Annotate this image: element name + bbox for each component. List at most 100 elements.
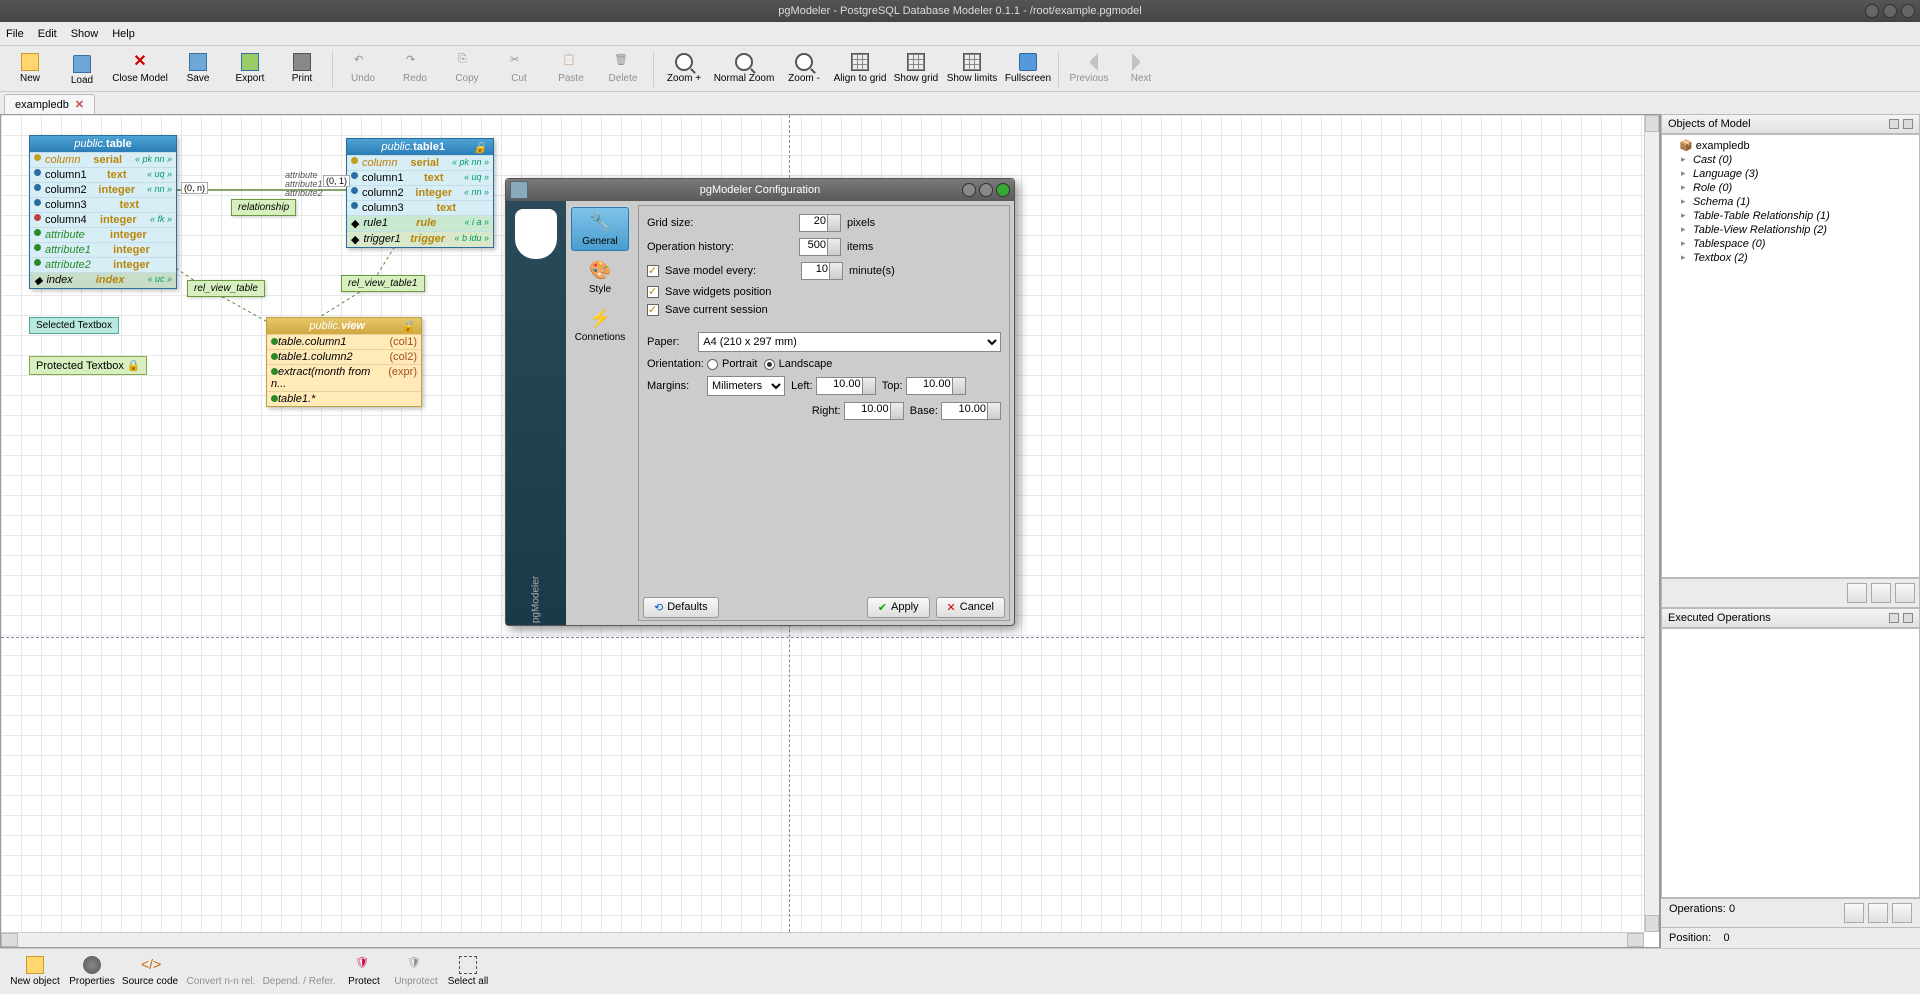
op-btn-3[interactable]	[1892, 903, 1912, 923]
tree-btn-2[interactable]	[1871, 583, 1891, 603]
tree-item[interactable]: Role (0)	[1665, 181, 1916, 195]
table-public-table[interactable]: public.table columnserial« pk nn »column…	[29, 135, 177, 289]
autosave-checkbox[interactable]	[647, 265, 659, 277]
zoom-in-button[interactable]: Zoom +	[658, 47, 710, 91]
menu-show[interactable]: Show	[71, 28, 99, 40]
lock-icon: 🔒	[473, 141, 487, 154]
tree-item[interactable]: Language (3)	[1665, 167, 1916, 181]
tree-item[interactable]: Table-View Relationship (2)	[1665, 223, 1916, 237]
tree-btn-3[interactable]	[1895, 583, 1915, 603]
show-grid-button[interactable]: Show grid	[890, 47, 942, 91]
normal-zoom-button[interactable]: Normal Zoom	[710, 47, 778, 91]
table-public-table1[interactable]: public.table1🔒 columnserial« pk nn »colu…	[346, 138, 494, 248]
menu-bar: File Edit Show Help	[0, 22, 1920, 46]
maximize-icon[interactable]	[979, 183, 993, 197]
tree-item[interactable]: Tablespace (0)	[1665, 237, 1916, 251]
fullscreen-button[interactable]: Fullscreen	[1002, 47, 1054, 91]
tree-item[interactable]: Textbox (2)	[1665, 251, 1916, 265]
paste-button[interactable]: 📋Paste	[545, 47, 597, 91]
dialog-titlebar[interactable]: pgModeler Configuration	[506, 179, 1014, 201]
next-button[interactable]: Next	[1115, 47, 1167, 91]
menu-file[interactable]: File	[6, 28, 24, 40]
tab-style[interactable]: 🎨Style	[571, 255, 629, 299]
properties-button[interactable]: Properties	[66, 950, 118, 994]
export-button[interactable]: Export	[224, 47, 276, 91]
protect-button[interactable]: 🛡Protect	[338, 950, 390, 994]
maximize-icon[interactable]	[1883, 4, 1897, 18]
grid-size-input[interactable]: 20	[799, 214, 841, 232]
tab-exampledb[interactable]: exampledb ✕	[4, 94, 95, 114]
tree-btn-1[interactable]	[1847, 583, 1867, 603]
tab-connections[interactable]: ⚡Connetions	[571, 303, 629, 347]
objects-tree[interactable]: 📦 exampledb Cast (0)Language (3)Role (0)…	[1661, 134, 1920, 578]
minimize-icon[interactable]	[1865, 4, 1879, 18]
align-grid-button[interactable]: Align to grid	[830, 47, 890, 91]
tab-general[interactable]: 🔧General	[571, 207, 629, 251]
history-input[interactable]: 500	[799, 238, 841, 256]
landscape-radio[interactable]	[764, 359, 775, 370]
rel-view-table[interactable]: rel_view_table	[187, 280, 265, 297]
margin-right-input[interactable]: 10.00	[844, 402, 904, 420]
selected-textbox[interactable]: Selected Textbox	[29, 317, 119, 334]
margin-left-input[interactable]: 10.00	[816, 377, 876, 395]
menu-edit[interactable]: Edit	[38, 28, 57, 40]
margin-base-input[interactable]: 10.00	[941, 402, 1001, 420]
tree-item[interactable]: Table-Table Relationship (1)	[1665, 209, 1916, 223]
tree-root[interactable]: 📦 exampledb	[1665, 138, 1916, 153]
op-btn-1[interactable]	[1844, 903, 1864, 923]
margin-top-input[interactable]: 10.00	[906, 377, 966, 395]
show-limits-button[interactable]: Show limits	[942, 47, 1002, 91]
copy-button[interactable]: ⎘Copy	[441, 47, 493, 91]
defaults-button[interactable]: ⟲Defaults	[643, 597, 719, 618]
apply-button[interactable]: ✔Apply	[867, 597, 930, 618]
minimize-icon[interactable]	[962, 183, 976, 197]
autosave-input[interactable]: 10	[801, 262, 843, 280]
app-title: pgModeler - PostgreSQL Database Modeler …	[778, 5, 1141, 17]
new-button[interactable]: New	[4, 47, 56, 91]
view-public-view[interactable]: public.view🔒 table.column1(col1)table1.c…	[266, 317, 422, 407]
menu-help[interactable]: Help	[112, 28, 135, 40]
redo-button[interactable]: ↷Redo	[389, 47, 441, 91]
save-button[interactable]: Save	[172, 47, 224, 91]
pgmodeler-label: pgModeler	[531, 576, 542, 623]
cut-button[interactable]: ✂Cut	[493, 47, 545, 91]
paper-select[interactable]: A4 (210 x 297 mm)	[698, 332, 1001, 352]
rel-view-table1[interactable]: rel_view_table1	[341, 275, 425, 292]
source-code-button[interactable]: </>Source code	[118, 950, 182, 994]
history-label: Operation history:	[647, 241, 757, 253]
close-icon[interactable]	[1903, 119, 1913, 129]
horizontal-scrollbar[interactable]	[1, 932, 1644, 947]
tree-item[interactable]: Schema (1)	[1665, 195, 1916, 209]
new-object-button[interactable]: New object	[4, 950, 66, 994]
restore-icon[interactable]	[1889, 119, 1899, 129]
protected-textbox[interactable]: Protected Textbox 🔒	[29, 356, 147, 375]
lock-icon: 🔒	[127, 360, 141, 372]
tree-item[interactable]: Cast (0)	[1665, 153, 1916, 167]
restore-icon[interactable]	[1889, 613, 1899, 623]
relationship-label[interactable]: relationship	[231, 199, 296, 216]
zoom-out-button[interactable]: Zoom -	[778, 47, 830, 91]
select-all-button[interactable]: Select all	[442, 950, 494, 994]
operations-tree[interactable]	[1661, 628, 1920, 898]
lock-icon: 🔒	[401, 320, 415, 333]
save-widgets-checkbox[interactable]	[647, 286, 659, 298]
print-button[interactable]: Print	[276, 47, 328, 91]
delete-button[interactable]: 🗑Delete	[597, 47, 649, 91]
unprotect-button[interactable]: 🛡Unprotect	[390, 950, 442, 994]
portrait-radio[interactable]	[707, 359, 718, 370]
vertical-scrollbar[interactable]	[1644, 115, 1659, 932]
tab-close-icon[interactable]: ✕	[75, 98, 84, 111]
close-icon[interactable]	[1901, 4, 1915, 18]
close-model-button[interactable]: ✕Close Model	[108, 47, 172, 91]
close-icon[interactable]	[996, 183, 1010, 197]
close-icon[interactable]	[1903, 613, 1913, 623]
op-btn-2[interactable]	[1868, 903, 1888, 923]
margin-unit-select[interactable]: Milimeters	[707, 376, 785, 396]
depend-button[interactable]: Depend. / Refer.	[260, 950, 338, 994]
cancel-button[interactable]: ✕Cancel	[936, 597, 1005, 618]
load-button[interactable]: Load	[56, 47, 108, 91]
save-session-checkbox[interactable]	[647, 304, 659, 316]
convert-rel-button[interactable]: Convert n-n rel.	[182, 950, 260, 994]
undo-button[interactable]: ↶Undo	[337, 47, 389, 91]
prev-button[interactable]: Previous	[1063, 47, 1115, 91]
